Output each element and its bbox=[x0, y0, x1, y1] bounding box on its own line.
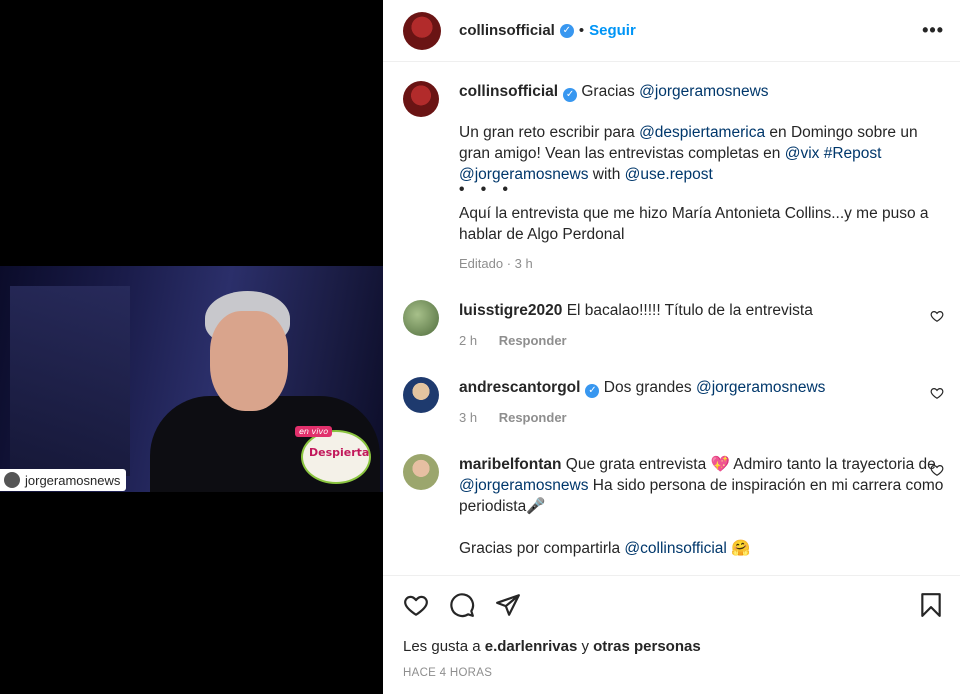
verified-icon: ✓ bbox=[585, 384, 600, 398]
commenter-username[interactable]: luisstigre2020 bbox=[459, 302, 562, 319]
mention-link[interactable]: @collinsofficial bbox=[624, 540, 726, 557]
author-avatar[interactable] bbox=[403, 11, 441, 50]
tag-username: jorgeramosnews bbox=[25, 472, 121, 488]
likes-user[interactable]: e.darlenrivas bbox=[485, 638, 578, 655]
post-timestamp[interactable]: HACE 4 HORAS bbox=[403, 667, 944, 679]
caption-text: with bbox=[592, 166, 621, 183]
comment-body: maribelfontan Que grata entrevista 💖 Adm… bbox=[459, 454, 944, 559]
follow-button[interactable]: Seguir bbox=[589, 22, 636, 39]
caption-username[interactable]: collinsofficial bbox=[459, 83, 558, 100]
caption-text: Un gran reto escribir para bbox=[459, 124, 635, 141]
like-comment-heart-icon[interactable] bbox=[930, 309, 944, 323]
likes-prefix: Les gusta a bbox=[403, 638, 481, 655]
author-username[interactable]: collinsofficial bbox=[459, 22, 555, 39]
show-name: Despierta bbox=[309, 446, 370, 459]
comment-item: maribelfontan Que grata entrevista 💖 Adm… bbox=[403, 454, 944, 559]
mention-link[interactable]: @despiertamerica bbox=[639, 124, 765, 141]
mention-link[interactable]: @jorgeramosnews bbox=[639, 83, 768, 100]
mention-link[interactable]: @jorgeramosnews bbox=[459, 477, 588, 494]
comment-body: luisstigre2020 El bacalao!!!!! Título de… bbox=[459, 300, 944, 351]
comment-text: El bacalao!!!!! Título de la entrevista bbox=[566, 302, 813, 319]
commenter-username[interactable]: maribelfontan bbox=[459, 456, 561, 473]
like-heart-icon[interactable] bbox=[403, 592, 429, 618]
commenter-username[interactable]: andrescantorgol bbox=[459, 379, 580, 396]
comment-text: Dos grandes bbox=[603, 379, 692, 396]
commenter-avatar[interactable] bbox=[403, 377, 439, 413]
comment-bubble-icon[interactable] bbox=[449, 592, 475, 618]
like-comment-heart-icon[interactable] bbox=[930, 463, 944, 477]
comment-body: andrescantorgol ✓ Dos grandes @jorgeramos… bbox=[459, 377, 944, 428]
likes-and: y bbox=[581, 638, 589, 655]
comment-item: luisstigre2020 El bacalao!!!!! Título de… bbox=[403, 300, 944, 351]
mention-link[interactable]: @use.repost bbox=[625, 166, 713, 183]
post-actions: Les gusta a e.darlenrivas y otras person… bbox=[383, 575, 960, 679]
studio-background bbox=[10, 286, 130, 476]
caption: collinsofficial ✓ Gracias @jorgeramosnews… bbox=[403, 81, 944, 274]
comment-time: 3 h bbox=[459, 410, 478, 425]
commenter-avatar[interactable] bbox=[403, 454, 439, 490]
hashtag-link[interactable]: #Repost bbox=[824, 145, 882, 162]
comment-item: andrescantorgol ✓ Dos grandes @jorgeramos… bbox=[403, 377, 944, 428]
reply-button[interactable]: Responder bbox=[499, 410, 567, 425]
caption-meta: Editado · 3 h bbox=[459, 256, 533, 271]
more-options-icon[interactable]: ••• bbox=[922, 20, 944, 41]
post-sidebar: collinsofficial ✓ • Seguir ••• collinsof… bbox=[383, 0, 960, 694]
comment-time: 2 h bbox=[459, 333, 478, 348]
emoji: 🤗 bbox=[731, 540, 751, 557]
reply-button[interactable]: Responder bbox=[499, 333, 567, 348]
post-media[interactable]: en vivo Despierta jorgeramosnews bbox=[0, 0, 383, 694]
video-player[interactable]: en vivo Despierta bbox=[0, 266, 383, 492]
live-badge: en vivo bbox=[295, 426, 333, 437]
share-paper-plane-icon[interactable] bbox=[495, 592, 521, 618]
like-comment-heart-icon[interactable] bbox=[930, 386, 944, 400]
user-tag[interactable]: jorgeramosnews bbox=[0, 469, 127, 491]
tag-avatar bbox=[4, 472, 20, 488]
likes-others[interactable]: otras personas bbox=[593, 638, 701, 655]
likes-summary[interactable]: Les gusta a e.darlenrivas y otras person… bbox=[403, 638, 944, 655]
show-logo: en vivo Despierta bbox=[295, 426, 371, 484]
mention-link[interactable]: @jorgeramosnews bbox=[696, 379, 825, 396]
caption-text: Gracias bbox=[581, 83, 635, 100]
separator-dot: • bbox=[578, 22, 585, 39]
save-bookmark-icon[interactable] bbox=[918, 592, 944, 618]
caption-paragraph-2: Aquí la entrevista que me hizo María Ant… bbox=[459, 205, 929, 243]
caption-body: collinsofficial ✓ Gracias @jorgeramosnews… bbox=[459, 81, 944, 274]
verified-icon: ✓ bbox=[559, 23, 574, 38]
comments-list[interactable]: collinsofficial ✓ Gracias @jorgeramosnews… bbox=[383, 63, 960, 575]
comment-text: Gracias por compartirla bbox=[459, 540, 621, 557]
caption-dots: • • • bbox=[459, 181, 514, 198]
post-header: collinsofficial ✓ • Seguir ••• bbox=[383, 0, 960, 62]
commenter-avatar[interactable] bbox=[403, 300, 439, 336]
mention-link[interactable]: @vix bbox=[785, 145, 820, 162]
caption-paragraph-1: Un gran reto escribir para @despiertamer… bbox=[459, 122, 944, 185]
action-icons bbox=[403, 592, 944, 618]
verified-icon: ✓ bbox=[563, 88, 578, 102]
comment-text: Que grata entrevista 💖 Admiro tanto la t… bbox=[565, 456, 936, 473]
caption-avatar[interactable] bbox=[403, 81, 439, 117]
